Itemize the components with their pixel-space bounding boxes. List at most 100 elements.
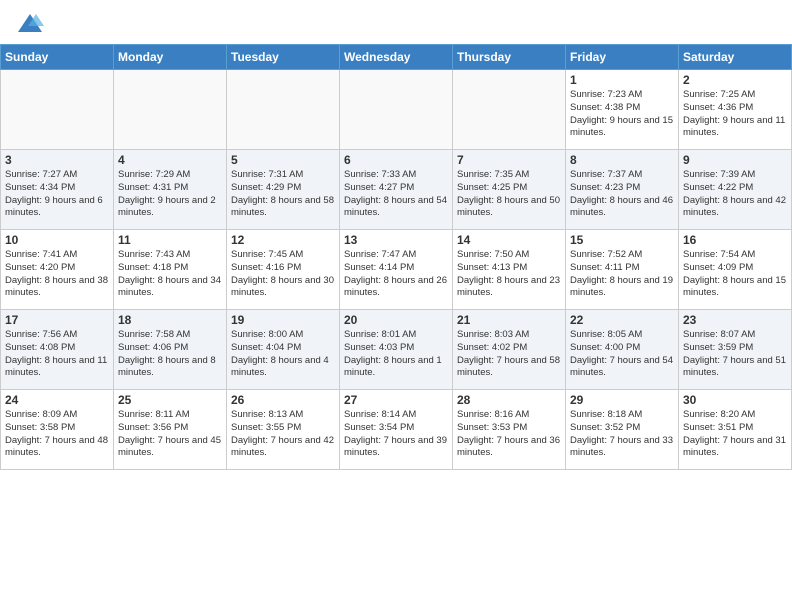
calendar-cell: 10 Sunrise: 7:41 AM Sunset: 4:20 PM Dayli… xyxy=(1,230,114,310)
calendar-cell: 20 Sunrise: 8:01 AM Sunset: 4:03 PM Dayli… xyxy=(340,310,453,390)
cell-info: Sunrise: 7:54 AM Sunset: 4:09 PM Dayligh… xyxy=(683,249,787,300)
date-number: 18 xyxy=(118,313,222,327)
calendar-cell: 25 Sunrise: 8:11 AM Sunset: 3:56 PM Dayli… xyxy=(114,390,227,470)
calendar-body: 1 Sunrise: 7:23 AM Sunset: 4:38 PM Daylig… xyxy=(1,70,792,470)
weekday-header-friday: Friday xyxy=(566,45,679,70)
calendar-week-5: 24 Sunrise: 8:09 AM Sunset: 3:58 PM Dayli… xyxy=(1,390,792,470)
calendar-cell: 1 Sunrise: 7:23 AM Sunset: 4:38 PM Daylig… xyxy=(566,70,679,150)
cell-info: Sunrise: 7:37 AM Sunset: 4:23 PM Dayligh… xyxy=(570,169,674,220)
calendar-cell xyxy=(114,70,227,150)
cell-info: Sunrise: 7:39 AM Sunset: 4:22 PM Dayligh… xyxy=(683,169,787,220)
calendar-cell: 23 Sunrise: 8:07 AM Sunset: 3:59 PM Dayli… xyxy=(679,310,792,390)
date-number: 3 xyxy=(5,153,109,167)
cell-info: Sunrise: 7:25 AM Sunset: 4:36 PM Dayligh… xyxy=(683,89,787,140)
calendar-cell xyxy=(227,70,340,150)
cell-info: Sunrise: 7:47 AM Sunset: 4:14 PM Dayligh… xyxy=(344,249,448,300)
date-number: 12 xyxy=(231,233,335,247)
date-number: 22 xyxy=(570,313,674,327)
date-number: 16 xyxy=(683,233,787,247)
cell-info: Sunrise: 7:50 AM Sunset: 4:13 PM Dayligh… xyxy=(457,249,561,300)
calendar-cell: 5Sunrise: 7:31 AM Sunset: 4:29 PM Daylig… xyxy=(227,150,340,230)
date-number: 6 xyxy=(344,153,448,167)
calendar-cell: 29 Sunrise: 8:18 AM Sunset: 3:52 PM Dayli… xyxy=(566,390,679,470)
calendar-cell: 26Sunrise: 8:13 AM Sunset: 3:55 PM Dayli… xyxy=(227,390,340,470)
cell-info: Sunrise: 8:16 AM Sunset: 3:53 PM Dayligh… xyxy=(457,409,561,460)
date-number: 1 xyxy=(570,73,674,87)
cell-info: Sunrise: 7:58 AM Sunset: 4:06 PM Dayligh… xyxy=(118,329,222,380)
date-number: 27 xyxy=(344,393,448,407)
calendar-cell: 18 Sunrise: 7:58 AM Sunset: 4:06 PM Dayli… xyxy=(114,310,227,390)
date-number: 17 xyxy=(5,313,109,327)
cell-info: Sunrise: 8:11 AM Sunset: 3:56 PM Dayligh… xyxy=(118,409,222,460)
cell-info: Sunrise: 8:20 AM Sunset: 3:51 PM Dayligh… xyxy=(683,409,787,460)
cell-info: Sunrise: 8:18 AM Sunset: 3:52 PM Dayligh… xyxy=(570,409,674,460)
date-number: 2 xyxy=(683,73,787,87)
date-number: 21 xyxy=(457,313,561,327)
date-number: 29 xyxy=(570,393,674,407)
calendar-cell: 28 Sunrise: 8:16 AM Sunset: 3:53 PM Dayli… xyxy=(453,390,566,470)
date-number: 24 xyxy=(5,393,109,407)
date-number: 25 xyxy=(118,393,222,407)
cell-info: Sunrise: 8:05 AM Sunset: 4:00 PM Dayligh… xyxy=(570,329,674,380)
date-number: 28 xyxy=(457,393,561,407)
calendar-cell: 17 Sunrise: 7:56 AM Sunset: 4:08 PM Dayli… xyxy=(1,310,114,390)
calendar-cell: 21Sunrise: 8:03 AM Sunset: 4:02 PM Dayli… xyxy=(453,310,566,390)
calendar-cell: 30 Sunrise: 8:20 AM Sunset: 3:51 PM Dayli… xyxy=(679,390,792,470)
calendar-cell: 6Sunrise: 7:33 AM Sunset: 4:27 PM Daylig… xyxy=(340,150,453,230)
date-number: 4 xyxy=(118,153,222,167)
calendar-cell: 8 Sunrise: 7:37 AM Sunset: 4:23 PM Daylig… xyxy=(566,150,679,230)
date-number: 8 xyxy=(570,153,674,167)
calendar-cell: 14 Sunrise: 7:50 AM Sunset: 4:13 PM Dayli… xyxy=(453,230,566,310)
cell-info: Sunrise: 7:45 AM Sunset: 4:16 PM Dayligh… xyxy=(231,249,335,300)
calendar-cell xyxy=(340,70,453,150)
date-number: 10 xyxy=(5,233,109,247)
cell-info: Sunrise: 8:00 AM Sunset: 4:04 PM Dayligh… xyxy=(231,329,335,380)
calendar-cell: 16 Sunrise: 7:54 AM Sunset: 4:09 PM Dayli… xyxy=(679,230,792,310)
cell-info: Sunrise: 7:27 AM Sunset: 4:34 PM Dayligh… xyxy=(5,169,109,220)
logo-icon xyxy=(16,12,44,36)
weekday-header-monday: Monday xyxy=(114,45,227,70)
calendar-cell: 22 Sunrise: 8:05 AM Sunset: 4:00 PM Dayli… xyxy=(566,310,679,390)
calendar-cell: 9 Sunrise: 7:39 AM Sunset: 4:22 PM Daylig… xyxy=(679,150,792,230)
cell-info: Sunrise: 7:23 AM Sunset: 4:38 PM Dayligh… xyxy=(570,89,674,140)
date-number: 15 xyxy=(570,233,674,247)
cell-info: Sunrise: 7:41 AM Sunset: 4:20 PM Dayligh… xyxy=(5,249,109,300)
date-number: 19 xyxy=(231,313,335,327)
cell-info: Sunrise: 8:07 AM Sunset: 3:59 PM Dayligh… xyxy=(683,329,787,380)
calendar-cell: 24 Sunrise: 8:09 AM Sunset: 3:58 PM Dayli… xyxy=(1,390,114,470)
date-number: 26 xyxy=(231,393,335,407)
calendar-cell: 13Sunrise: 7:47 AM Sunset: 4:14 PM Dayli… xyxy=(340,230,453,310)
calendar-cell: 27 Sunrise: 8:14 AM Sunset: 3:54 PM Dayli… xyxy=(340,390,453,470)
calendar-cell xyxy=(453,70,566,150)
calendar-table: SundayMondayTuesdayWednesdayThursdayFrid… xyxy=(0,44,792,470)
page-header xyxy=(0,0,792,44)
calendar-week-1: 1 Sunrise: 7:23 AM Sunset: 4:38 PM Daylig… xyxy=(1,70,792,150)
calendar-header-row: SundayMondayTuesdayWednesdayThursdayFrid… xyxy=(1,45,792,70)
cell-info: Sunrise: 7:29 AM Sunset: 4:31 PM Dayligh… xyxy=(118,169,222,220)
date-number: 5 xyxy=(231,153,335,167)
cell-info: Sunrise: 7:56 AM Sunset: 4:08 PM Dayligh… xyxy=(5,329,109,380)
date-number: 14 xyxy=(457,233,561,247)
calendar-week-2: 3 Sunrise: 7:27 AM Sunset: 4:34 PM Daylig… xyxy=(1,150,792,230)
date-number: 9 xyxy=(683,153,787,167)
calendar-week-3: 10 Sunrise: 7:41 AM Sunset: 4:20 PM Dayli… xyxy=(1,230,792,310)
date-number: 23 xyxy=(683,313,787,327)
cell-info: Sunrise: 8:09 AM Sunset: 3:58 PM Dayligh… xyxy=(5,409,109,460)
date-number: 20 xyxy=(344,313,448,327)
cell-info: Sunrise: 7:52 AM Sunset: 4:11 PM Dayligh… xyxy=(570,249,674,300)
date-number: 30 xyxy=(683,393,787,407)
calendar-cell: 7Sunrise: 7:35 AM Sunset: 4:25 PM Daylig… xyxy=(453,150,566,230)
calendar-cell: 19 Sunrise: 8:00 AM Sunset: 4:04 PM Dayli… xyxy=(227,310,340,390)
cell-info: Sunrise: 8:01 AM Sunset: 4:03 PM Dayligh… xyxy=(344,329,448,380)
calendar-cell: 4 Sunrise: 7:29 AM Sunset: 4:31 PM Daylig… xyxy=(114,150,227,230)
weekday-header-thursday: Thursday xyxy=(453,45,566,70)
calendar-cell xyxy=(1,70,114,150)
date-number: 7 xyxy=(457,153,561,167)
weekday-header-tuesday: Tuesday xyxy=(227,45,340,70)
calendar-week-4: 17 Sunrise: 7:56 AM Sunset: 4:08 PM Dayli… xyxy=(1,310,792,390)
calendar-cell: 11Sunrise: 7:43 AM Sunset: 4:18 PM Dayli… xyxy=(114,230,227,310)
cell-info: Sunrise: 8:14 AM Sunset: 3:54 PM Dayligh… xyxy=(344,409,448,460)
cell-info: Sunrise: 7:43 AM Sunset: 4:18 PM Dayligh… xyxy=(118,249,222,300)
weekday-header-saturday: Saturday xyxy=(679,45,792,70)
calendar-cell: 2 Sunrise: 7:25 AM Sunset: 4:36 PM Daylig… xyxy=(679,70,792,150)
